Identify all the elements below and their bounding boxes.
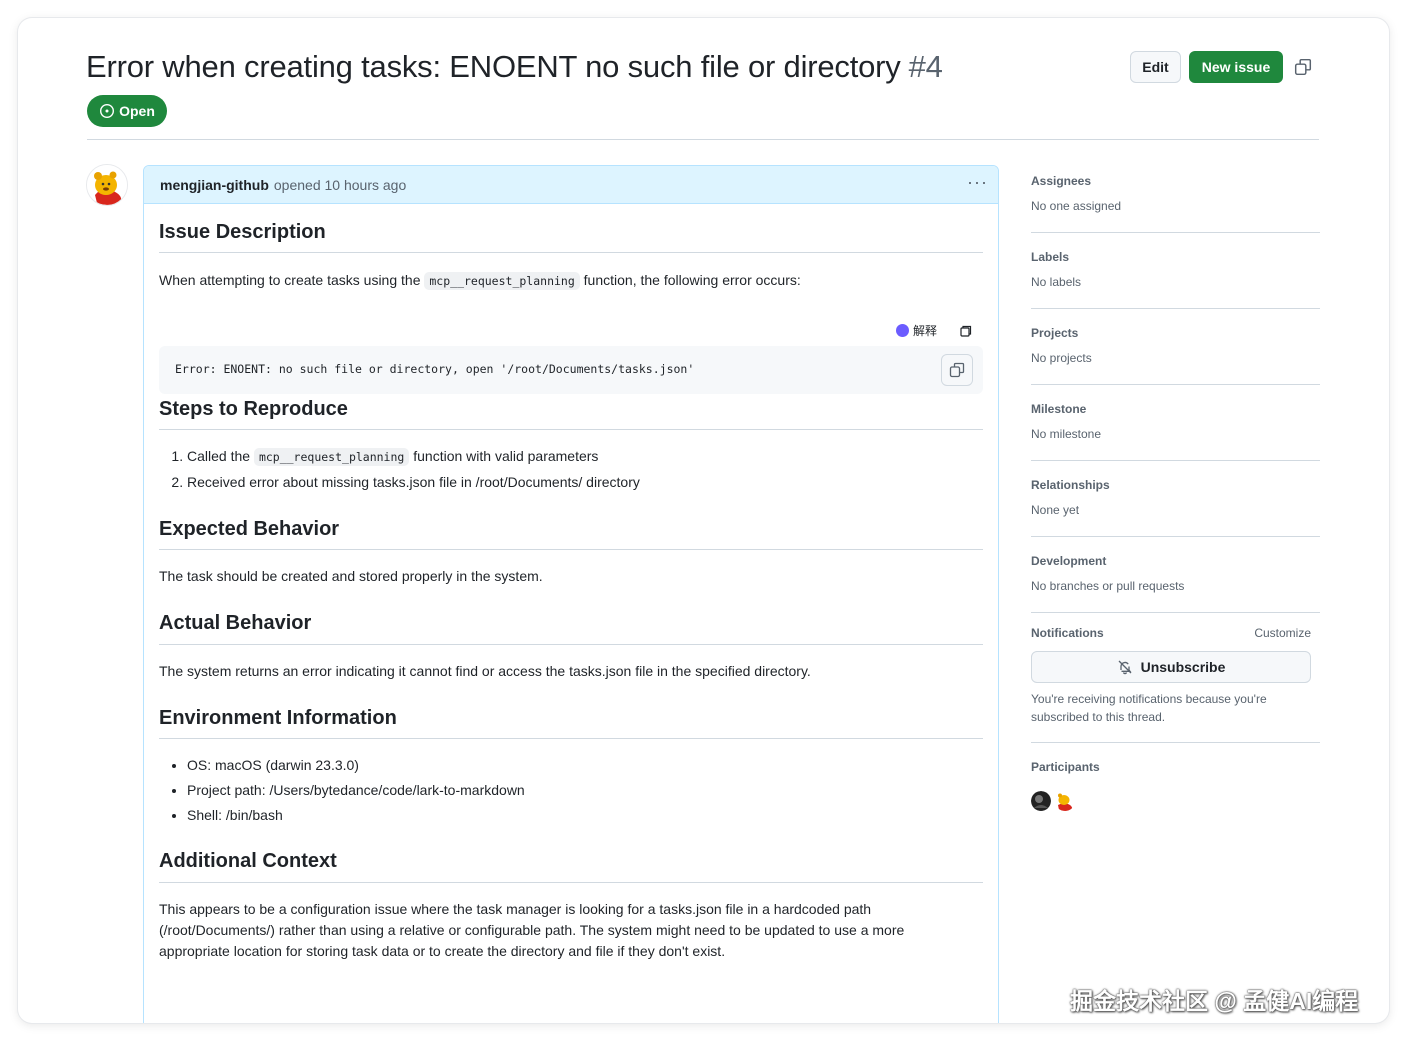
issue-comment: mengjian-github opened 10 hours ago ··· … (143, 165, 999, 1023)
sidebar-divider (1031, 460, 1320, 461)
watermark: 掘金技术社区 @ 孟健AI编程 (1070, 988, 1359, 1014)
desc-text-1: When attempting to create tasks using th… (159, 272, 425, 288)
copy-link-icon[interactable] (1294, 58, 1312, 76)
inline-code: mcp__request_planning (253, 448, 410, 466)
list-item: OS: macOS (darwin 23.3.0) (187, 753, 525, 778)
status-badge: Open (87, 95, 167, 127)
expected-paragraph: The task should be created and stored pr… (159, 568, 543, 584)
new-issue-button[interactable]: New issue (1189, 51, 1283, 83)
heading-rule (159, 429, 983, 430)
bell-slash-icon (1118, 660, 1132, 675)
translate-label: 解释 (913, 324, 938, 338)
sidebar-label: Milestone (1031, 402, 1087, 416)
notification-reason-line: subscribed to this thread. (1031, 710, 1166, 724)
status-label: Open (119, 103, 155, 119)
context-line: appropriate location for storing task da… (159, 943, 726, 959)
issue-title: Error when creating tasks: ENOENT no suc… (86, 49, 943, 85)
sidebar-label: Projects (1031, 326, 1079, 340)
header-divider (87, 139, 1319, 140)
actual-paragraph: The system returns an error indicating i… (159, 663, 811, 679)
participant-avatar[interactable] (1055, 791, 1075, 811)
sidebar-value: No milestone (1031, 427, 1102, 441)
comment-timestamp[interactable]: opened 10 hours ago (274, 177, 406, 193)
heading-environment: Environment Information (159, 707, 397, 729)
context-paragraph: This appears to be a configuration issue… (159, 899, 904, 962)
sidebar-label: Assignees (1031, 174, 1092, 188)
context-line: This appears to be a configuration issue… (159, 901, 872, 917)
step1-text-1: Called the (187, 448, 254, 464)
sidebar-label: Relationships (1031, 478, 1110, 492)
author-avatar[interactable] (86, 164, 128, 206)
inline-code: mcp__request_planning (424, 272, 580, 290)
sidebar-value: None yet (1031, 503, 1080, 517)
sidebar-projects[interactable]: Projects No projects (1031, 326, 1320, 365)
sidebar-divider (1031, 232, 1320, 233)
notification-reason-line: You're receiving notifications because y… (1031, 692, 1267, 706)
comment-header: mengjian-github opened 10 hours ago ··· (144, 166, 998, 204)
issue-number: #4 (908, 49, 943, 84)
sidebar-divider (1031, 384, 1320, 385)
list-item: Project path: /Users/bytedance/code/lark… (187, 778, 525, 803)
issue-page: Error when creating tasks: ENOENT no suc… (18, 18, 1389, 1023)
sidebar-relationships[interactable]: Relationships None yet (1031, 478, 1320, 517)
step1-text-2: function with valid parameters (409, 448, 599, 464)
error-code-block: Error: ENOENT: no such file or directory… (159, 346, 983, 394)
heading-rule (159, 644, 983, 645)
sidebar-assignees[interactable]: Assignees No one assigned (1031, 174, 1320, 213)
participant-avatar[interactable] (1031, 791, 1051, 811)
sidebar-labels[interactable]: Labels No labels (1031, 250, 1320, 289)
ai-bot-icon (896, 324, 909, 337)
issue-open-icon (100, 103, 115, 119)
translate-button[interactable]: 解释 (896, 322, 937, 339)
sidebar-value: No branches or pull requests (1031, 579, 1185, 593)
heading-context: Additional Context (159, 850, 337, 872)
list-item: Received error about missing tasks.json … (187, 470, 640, 495)
steps-list: Called the mcp__request_planning functio… (171, 444, 640, 495)
issue-title-text: Error when creating tasks: ENOENT no suc… (86, 49, 901, 84)
context-line: (/root/Documents/) rather than using a r… (159, 922, 905, 938)
unsubscribe-label: Unsubscribe (1140, 659, 1226, 675)
heading-rule (159, 252, 983, 253)
sidebar-notifications: Notifications Customize (1031, 626, 1320, 640)
heading-rule (159, 549, 983, 550)
sidebar-label: Labels (1031, 250, 1070, 264)
sidebar-value: No labels (1031, 275, 1082, 289)
sidebar-milestone[interactable]: Milestone No milestone (1031, 402, 1320, 441)
customize-link[interactable]: Customize (1254, 626, 1311, 640)
heading-rule (159, 882, 983, 883)
sidebar-label: Development (1031, 554, 1107, 568)
pooh-avatar-icon (1055, 791, 1075, 811)
pooh-avatar-icon (87, 165, 127, 205)
comment-author-link[interactable]: mengjian-github (160, 177, 269, 193)
edit-button[interactable]: Edit (1130, 51, 1181, 83)
sidebar-divider (1031, 612, 1320, 613)
notification-reason: You're receiving notifications because y… (1031, 690, 1301, 726)
heading-issue-description: Issue Description (159, 221, 326, 243)
sidebar-value: No one assigned (1031, 199, 1122, 213)
dark-avatar-icon (1031, 791, 1051, 811)
copy-icon[interactable] (960, 325, 972, 337)
unsubscribe-button[interactable]: Unsubscribe (1031, 651, 1311, 683)
heading-steps: Steps to Reproduce (159, 398, 348, 420)
list-item: Called the mcp__request_planning functio… (187, 444, 640, 470)
environment-list: OS: macOS (darwin 23.3.0) Project path: … (171, 753, 525, 828)
desc-text-2: function, the following error occurs: (579, 272, 801, 288)
comment-menu-icon[interactable]: ··· (967, 172, 988, 193)
sidebar-development[interactable]: Development No branches or pull requests (1031, 554, 1320, 593)
clipboard-icon (949, 362, 965, 378)
heading-actual: Actual Behavior (159, 612, 312, 634)
sidebar-participants: Participants (1031, 760, 1320, 774)
sidebar-divider (1031, 742, 1320, 743)
sidebar-value: No projects (1031, 351, 1092, 365)
sidebar-divider (1031, 536, 1320, 537)
description-paragraph: When attempting to create tasks using th… (159, 270, 801, 292)
list-item: Shell: /bin/bash (187, 803, 525, 828)
code-copy-button[interactable] (941, 354, 973, 386)
heading-rule (159, 738, 983, 739)
sidebar-label: Participants (1031, 760, 1100, 774)
sidebar-divider (1031, 308, 1320, 309)
heading-expected: Expected Behavior (159, 518, 340, 540)
